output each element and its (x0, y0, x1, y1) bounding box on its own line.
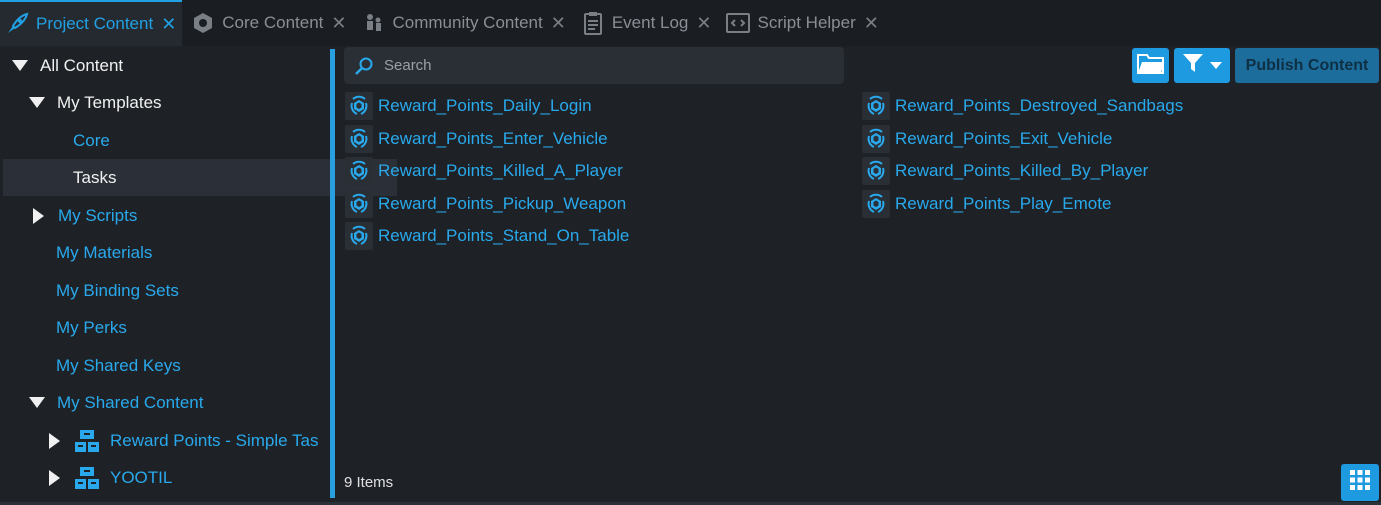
template-item[interactable]: Reward_Points_Enter_Vehicle (345, 124, 608, 154)
search-bar[interactable] (344, 47, 844, 84)
chevron-down-icon (1210, 57, 1222, 75)
search-input[interactable] (382, 56, 826, 75)
tab-project-content[interactable]: Project Content ✕ (0, 0, 183, 46)
chevron-down-icon[interactable] (29, 397, 45, 408)
close-icon[interactable]: ✕ (696, 13, 711, 34)
code-window-icon (725, 10, 751, 36)
template-icon (862, 124, 890, 153)
tab-label: Community Content (392, 13, 543, 32)
item-count: 9 Items (344, 474, 394, 491)
close-icon[interactable]: ✕ (161, 14, 176, 35)
template-label: Reward_Points_Killed_By_Player (895, 161, 1149, 180)
folder-icon (1136, 52, 1165, 79)
template-label: Reward_Points_Pickup_Weapon (378, 193, 627, 213)
clipboard-icon (580, 10, 606, 36)
tree-label: Core (73, 130, 110, 150)
tab-script-helper[interactable]: Script Helper ✕ (721, 0, 884, 46)
tree-item-my-shared-keys[interactable]: My Shared Keys (3, 347, 380, 384)
template-label: Reward_Points_Stand_On_Table (378, 226, 630, 245)
chevron-down-icon[interactable] (12, 60, 28, 71)
tree-item-shared-reward-points[interactable]: Reward Points - Simple Tas (3, 422, 352, 459)
people-icon (361, 10, 387, 36)
template-item[interactable]: Reward_Points_Stand_On_Table (345, 221, 629, 251)
template-icon (345, 222, 373, 250)
template-item[interactable]: Reward_Points_Killed_A_Player (345, 156, 623, 186)
template-label: Reward_Points_Enter_Vehicle (378, 128, 608, 148)
template-item[interactable]: Reward_Points_Exit_Vehicle (862, 124, 1112, 154)
chevron-down-icon[interactable] (29, 97, 45, 108)
tree-item-my-shared-content[interactable]: My Shared Content (3, 384, 353, 421)
close-icon[interactable]: ✕ (551, 13, 566, 34)
template-label: Reward_Points_Killed_A_Player (378, 161, 623, 180)
tree-item-my-perks[interactable]: My Perks (3, 309, 380, 346)
chevron-right-icon[interactable] (33, 207, 44, 224)
publish-content-button[interactable]: Publish Content (1235, 48, 1379, 83)
tree-label: My Perks (56, 317, 127, 337)
grid-icon (1349, 469, 1371, 496)
tree-label: My Shared Keys (56, 355, 181, 375)
chevron-right-icon[interactable] (49, 432, 60, 449)
template-icon (345, 92, 373, 120)
template-label: Reward_Points_Play_Emote (895, 193, 1112, 213)
tab-event-log[interactable]: Event Log ✕ (576, 0, 718, 46)
template-label: Reward_Points_Exit_Vehicle (895, 128, 1113, 148)
panel-splitter[interactable] (330, 49, 335, 498)
tree-item-my-templates[interactable]: My Templates (3, 84, 353, 121)
package-icon (74, 429, 100, 453)
template-label: Reward_Points_Daily_Login (378, 96, 592, 115)
tree-item-my-scripts[interactable]: My Scripts (3, 197, 353, 234)
package-icon (74, 466, 100, 490)
filter-icon (1182, 52, 1204, 79)
open-folder-button[interactable] (1132, 48, 1169, 83)
tree-label: My Materials (56, 242, 153, 262)
template-icon (862, 157, 890, 185)
tree-item-my-materials[interactable]: My Materials (3, 234, 380, 271)
rocket-icon (4, 11, 30, 37)
template-item[interactable]: Reward_Points_Daily_Login (345, 91, 592, 121)
template-item[interactable]: Reward_Points_Pickup_Weapon (345, 189, 626, 219)
close-icon[interactable]: ✕ (331, 13, 346, 34)
template-item[interactable]: Reward_Points_Killed_By_Player (862, 156, 1148, 186)
tree-item-tasks[interactable]: Tasks (3, 159, 397, 196)
tree-item-core[interactable]: Core (3, 122, 397, 159)
template-item[interactable]: Reward_Points_Destroyed_Sandbags (862, 91, 1183, 121)
template-icon (862, 92, 890, 120)
template-icon (345, 189, 373, 218)
tree-item-shared-yootil[interactable]: YOOTIL (3, 459, 369, 496)
template-icon (862, 189, 890, 218)
tree-label: Tasks (73, 167, 117, 187)
template-icon (345, 124, 373, 153)
tab-label: Script Helper (757, 13, 856, 32)
tree-label: My Binding Sets (56, 280, 179, 300)
tree-label: YOOTIL (110, 467, 173, 487)
template-item[interactable]: Reward_Points_Play_Emote (862, 189, 1111, 219)
search-icon (354, 55, 376, 77)
tree-label: All Content (40, 55, 124, 75)
grid-view-button[interactable] (1341, 464, 1379, 501)
tab-label: Core Content (222, 13, 324, 32)
tree-item-my-binding-sets[interactable]: My Binding Sets (3, 272, 380, 309)
content-tree: All Content My Templates Core Tasks My S… (0, 46, 397, 505)
tree-label: Reward Points - Simple Tas (110, 430, 319, 450)
tree-label: My Scripts (58, 205, 138, 225)
chevron-right-icon[interactable] (49, 469, 60, 486)
template-icon (345, 157, 373, 185)
close-icon[interactable]: ✕ (864, 13, 879, 34)
tab-bar: Project Content ✕ Core Content ✕ Communi… (0, 0, 1381, 46)
template-label: Reward_Points_Destroyed_Sandbags (895, 96, 1184, 115)
filter-button[interactable] (1174, 48, 1230, 83)
tree-label: My Shared Content (57, 392, 204, 412)
tab-community-content[interactable]: Community Content ✕ (357, 0, 572, 46)
tree-label: My Templates (57, 92, 162, 112)
tab-core-content[interactable]: Core Content ✕ (186, 0, 352, 46)
tree-item-all-content[interactable]: All Content (3, 47, 336, 84)
tab-label: Event Log (611, 13, 689, 32)
core-hex-icon (190, 10, 216, 36)
tab-label: Project Content (36, 14, 154, 33)
